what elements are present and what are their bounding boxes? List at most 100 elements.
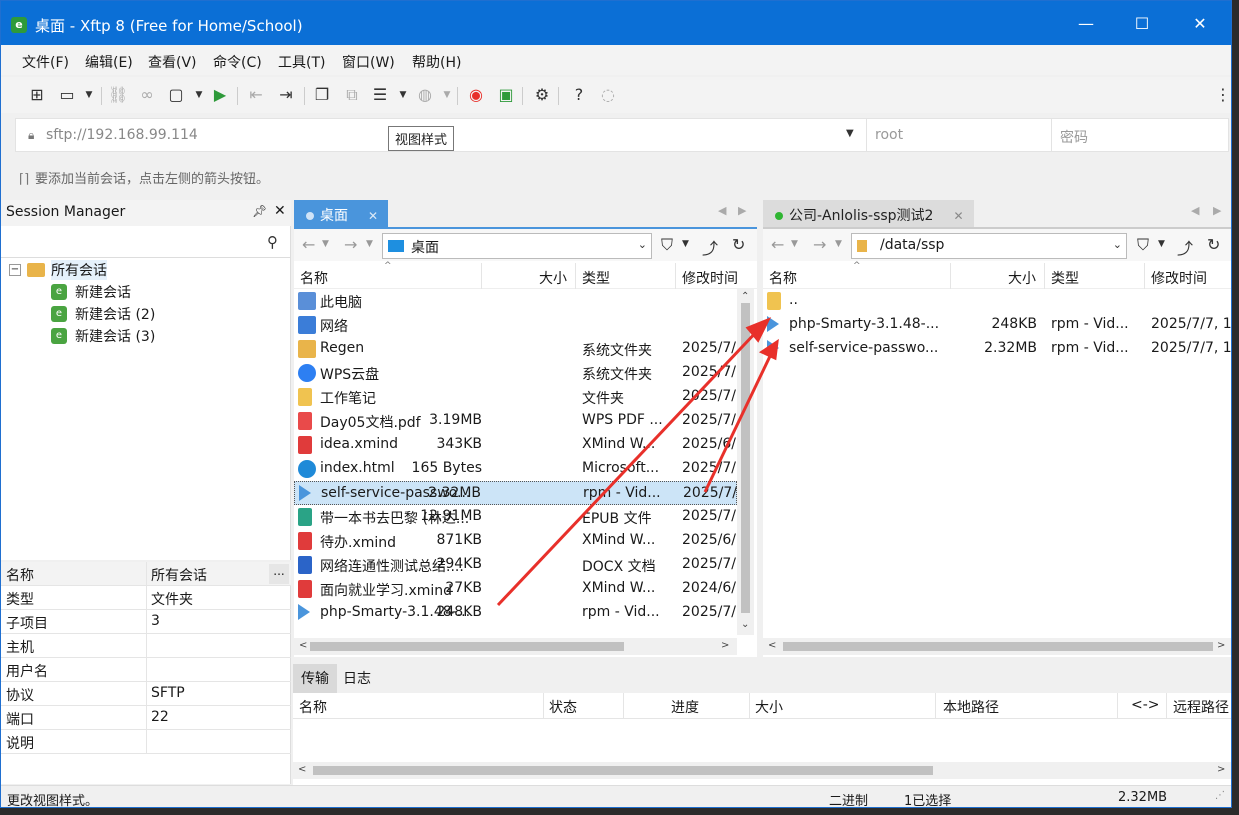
menu-help[interactable]: 帮助(H) [412,52,461,72]
xftp-icon[interactable]: ▣ [496,85,516,105]
path-dropdown-icon[interactable]: ⌄ [1113,238,1122,251]
file-row[interactable]: php-Smarty-3.1.48-... 248KB rpm - Vid... 20… [294,601,737,625]
refresh-icon[interactable]: ↻ [1207,235,1220,254]
tab-local-desktop[interactable]: 桌面 ✕ [294,200,389,227]
tree-item-session[interactable]: e 新建会话 (2) [51,303,155,325]
menu-edit[interactable]: 编辑(E) [85,52,133,72]
column-divider[interactable] [950,263,951,289]
column-divider[interactable] [1044,263,1045,289]
column-header-type[interactable]: 类型 [582,268,610,288]
tab-scroll-right-icon[interactable]: ▶ [1213,204,1221,217]
tab-close-icon[interactable]: ✕ [953,209,963,223]
file-row[interactable]: idea.xmind 343KB XMind W... 2025/6/ [294,433,737,457]
xshell-icon[interactable]: ◉ [466,85,486,105]
tree-item-all-sessions[interactable]: − 所有会话 [9,259,107,281]
forward-arrow-icon[interactable]: → [813,235,826,254]
parent-folder-icon[interactable]: ⤴ [1177,235,1193,259]
forward-dropdown-icon[interactable]: ▼ [366,239,373,249]
transfer-right-icon[interactable]: ⇥ [276,85,296,105]
file-row[interactable]: Day05文档.pdf 3.19MB WPS PDF ... 2025/7/ [294,409,737,433]
globe-dropdown-icon[interactable]: ▼ [437,85,457,105]
column-header-name[interactable]: 名称 [299,697,327,717]
file-row[interactable]: self-service-passwo... 2.32MB rpm - Vid...… [294,481,737,505]
column-header-size[interactable]: 大小 [1008,268,1036,288]
maximize-button[interactable]: ☐ [1119,9,1165,39]
bookmark-dropdown-icon[interactable]: ▼ [682,239,689,249]
new-window-dropdown-icon[interactable]: ▼ [189,85,209,105]
column-divider[interactable] [1166,693,1167,719]
settings-gear-icon[interactable]: ⚙ [532,85,552,105]
tab-transfers[interactable]: 传输 [293,664,337,693]
column-header-remote-path[interactable]: 远程路径 [1173,697,1229,717]
menu-window[interactable]: 窗口(W) [342,52,395,72]
column-header-type[interactable]: 类型 [1051,268,1079,288]
view-style-dropdown-icon[interactable]: ▼ [393,85,413,105]
tab-scroll-left-icon[interactable]: ◀ [718,204,726,217]
scroll-thumb[interactable] [741,303,750,613]
terminal-icon[interactable]: ▶ [210,85,230,105]
resize-grip-icon[interactable]: ⋰ [1215,790,1225,801]
scroll-left-icon[interactable]: < [768,640,776,651]
link-icon[interactable]: ∞ [137,85,157,105]
disconnect-icon[interactable]: ⛓ [108,85,128,105]
tab-close-icon[interactable]: ✕ [368,209,378,223]
remote-horizontal-scrollbar[interactable]: < > [763,638,1231,655]
tab-scroll-right-icon[interactable]: ▶ [738,204,746,217]
column-header-size[interactable]: 大小 [755,697,783,717]
file-row[interactable]: php-Smarty-3.1.48-... 248KB rpm - Vid... 20… [763,313,1231,337]
back-dropdown-icon[interactable]: ▼ [791,239,798,249]
column-header-status[interactable]: 状态 [549,697,577,717]
scroll-right-icon[interactable]: > [1217,640,1225,651]
local-vertical-scrollbar[interactable]: ⌃ ⌄ [737,289,754,635]
column-header-name[interactable]: 名称 [769,268,797,288]
bookmark-icon[interactable]: ⛉ [661,235,673,255]
file-row[interactable]: index.html 165 Bytes Microsoft... 2025/7/ [294,457,737,481]
column-divider[interactable] [1144,263,1145,289]
password-field[interactable]: 密码 [1051,119,1229,151]
new-window-icon[interactable]: ▢ [166,85,186,105]
collapse-icon[interactable]: − [9,264,21,276]
file-row[interactable]: .. [763,289,1231,313]
copy-icon[interactable]: ❐ [312,85,332,105]
menu-file[interactable]: 文件(F) [22,52,69,72]
refresh-icon[interactable]: ↻ [732,235,745,254]
scroll-right-icon[interactable]: > [721,640,729,651]
file-row[interactable]: 网络连通性测试总结.... 294KB DOCX 文档 2025/7/ [294,553,737,577]
username-field[interactable]: root [866,119,1051,151]
menu-command[interactable]: 命令(C) [213,52,262,72]
file-row[interactable]: 面向就业学习.xmind 27KB XMind W... 2024/6/ [294,577,737,601]
column-header-direction[interactable]: <-> [1131,697,1160,713]
more-options-icon[interactable]: ⋮ [1213,85,1231,105]
column-divider[interactable] [623,693,624,719]
chat-icon[interactable]: ◌ [598,85,618,105]
scroll-left-icon[interactable]: < [298,764,306,775]
forward-arrow-icon[interactable]: → [344,235,357,254]
back-arrow-icon[interactable]: ← [771,235,784,254]
scroll-thumb[interactable] [313,766,933,775]
parent-folder-icon[interactable]: ⤴ [702,235,718,259]
forward-dropdown-icon[interactable]: ▼ [835,239,842,249]
help-icon[interactable]: ? [569,85,589,105]
open-dropdown-icon[interactable]: ▼ [79,85,99,105]
file-row[interactable]: 网络 [294,313,737,337]
column-divider[interactable] [575,263,576,289]
menu-tools[interactable]: 工具(T) [278,52,325,72]
column-header-name[interactable]: 名称 [300,268,328,288]
local-path-field[interactable]: 桌面 ⌄ [382,233,652,259]
column-divider[interactable] [749,693,750,719]
host-dropdown-icon[interactable]: ▼ [846,128,854,139]
scroll-down-icon[interactable]: ⌄ [741,619,749,630]
column-header-progress[interactable]: 进度 [671,697,699,717]
search-icon[interactable]: ⚲ [267,233,278,251]
file-row[interactable]: Regen 系统文件夹 2025/7/ [294,337,737,361]
transfer-horizontal-scrollbar[interactable]: < > [293,762,1231,779]
close-panel-icon[interactable]: ✕ [274,203,286,219]
back-dropdown-icon[interactable]: ▼ [322,239,329,249]
file-row[interactable]: self-service-passwo... 2.32MB rpm - Vid...… [763,337,1231,361]
column-divider[interactable] [543,693,544,719]
menu-view[interactable]: 查看(V) [148,52,197,72]
scroll-up-icon[interactable]: ⌃ [741,291,749,302]
column-header-size[interactable]: 大小 [539,268,567,288]
more-button[interactable]: ... [269,564,289,584]
column-header-local-path[interactable]: 本地路径 [943,697,999,717]
